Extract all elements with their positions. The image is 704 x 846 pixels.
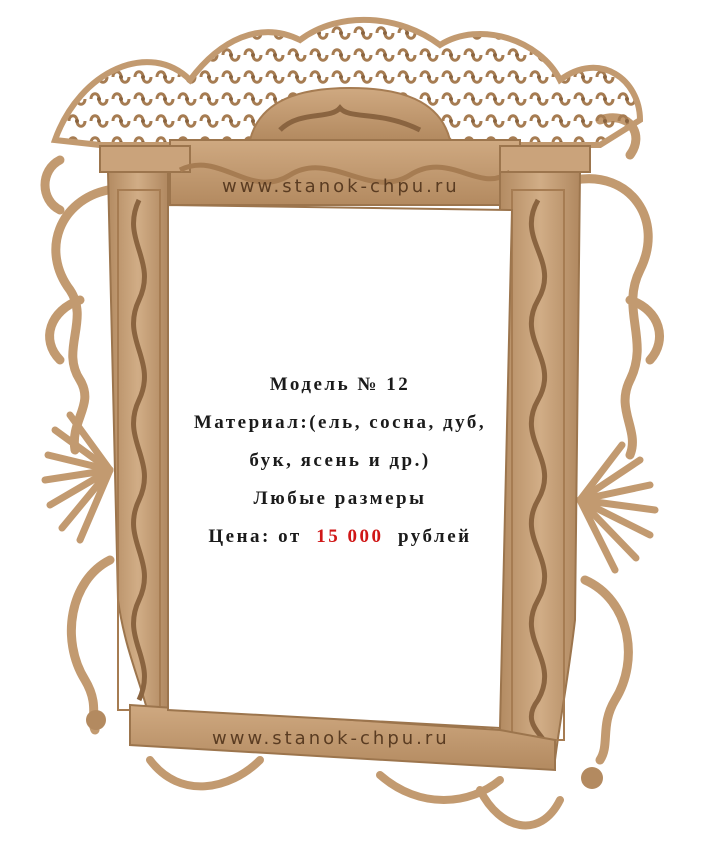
- right-fan-ornament: [576, 441, 659, 574]
- watermark-top: www.stanok-chpu.ru: [222, 176, 460, 197]
- right-fretwork-ornament: [570, 113, 664, 765]
- price-label: Цена: от: [208, 526, 302, 547]
- price-value: 15 000: [316, 526, 384, 547]
- material-line-1: Материал:(ель, сосна, дуб,: [193, 412, 487, 433]
- price-line: Цена: от 15 000 рублей: [168, 518, 512, 556]
- right-casing: [499, 171, 582, 761]
- price-currency: рублей: [397, 526, 472, 547]
- right-drop-finial: [581, 767, 603, 789]
- model-line: Модель № 12: [269, 374, 411, 395]
- watermark-bottom: www.stanok-chpu.ru: [212, 728, 450, 749]
- left-casing: [106, 171, 169, 721]
- sizes-line: Любые размеры: [253, 488, 427, 509]
- material-line-2: бук, ясень и др.): [249, 450, 431, 471]
- left-drop-finial: [86, 710, 106, 730]
- top-crown-ornament: [50, 16, 644, 148]
- product-info: Модель № 12 Материал:(ель, сосна, дуб, б…: [168, 366, 512, 556]
